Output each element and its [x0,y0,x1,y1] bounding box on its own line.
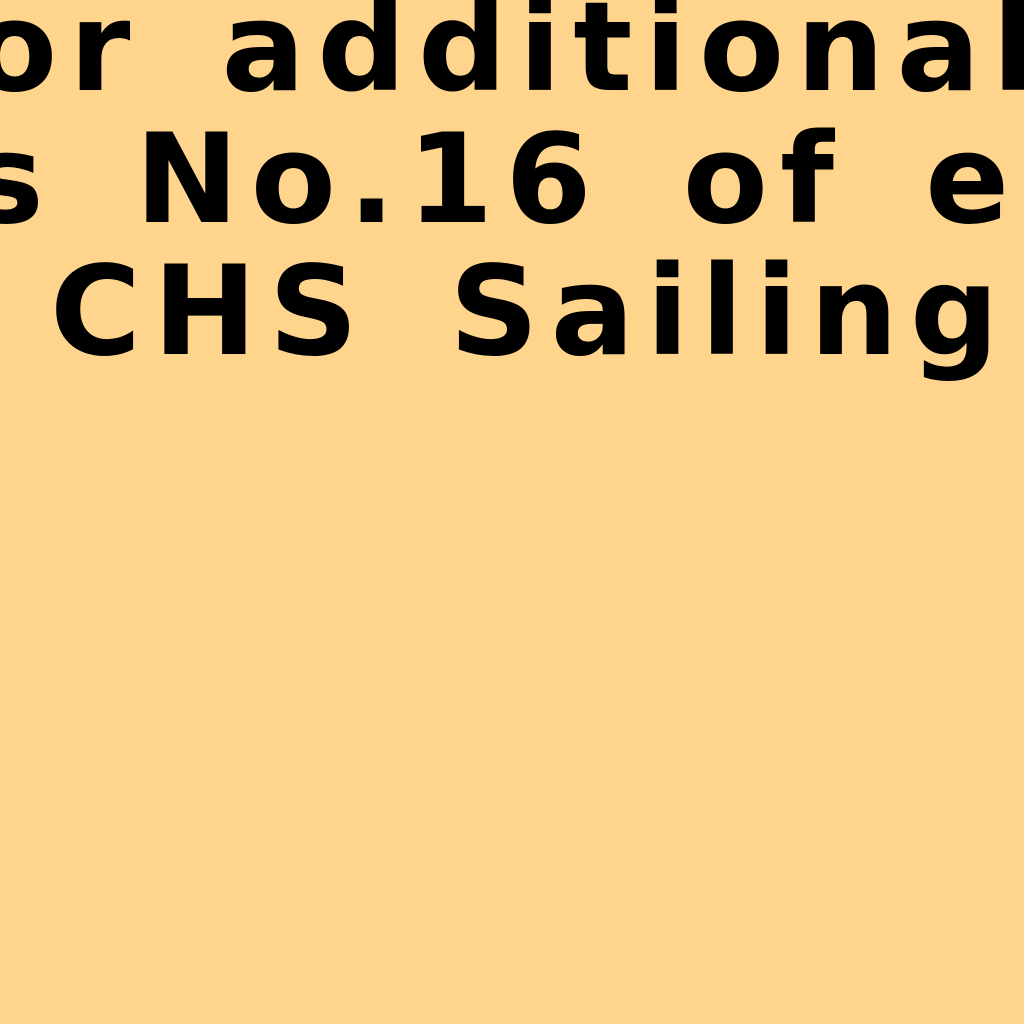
chart-note-line-3: CHS Sailing Dire [50,240,1024,384]
chart-note-line-2: s No.16 of each y [0,108,1024,252]
chart-tile: or additional info s No.16 of each y CHS… [0,0,1024,1024]
chart-note-line-1: or additional info [0,0,1024,120]
